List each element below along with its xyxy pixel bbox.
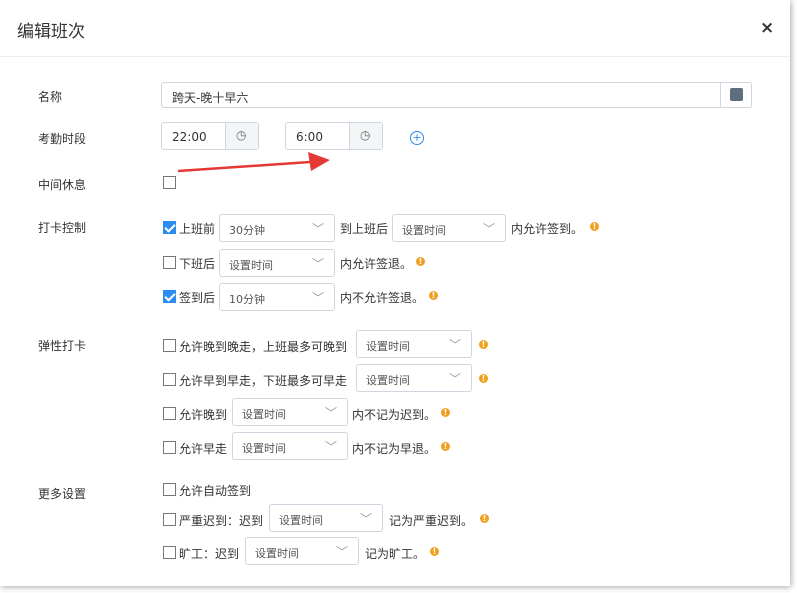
- after-off-label: 下班后: [179, 257, 216, 271]
- early-early-value: 设置时间: [366, 374, 410, 387]
- absent-checkbox[interactable]: [163, 546, 176, 559]
- allow-late-value: 设置时间: [242, 408, 286, 421]
- after-off-checkbox[interactable]: [163, 256, 176, 269]
- to-after-on-label: 到上班后: [340, 222, 389, 236]
- early-early-checkbox[interactable]: [163, 373, 176, 386]
- late-early-label: 允许晚到晚走，上班最多可晚到: [179, 340, 348, 354]
- absent-value: 设置时间: [255, 547, 299, 560]
- chevron-down-icon: ﹀: [311, 257, 324, 271]
- warning-icon[interactable]: !: [479, 340, 488, 349]
- before-on-value: 30分钟: [229, 224, 265, 237]
- allow-late-label: 允许晚到: [179, 408, 228, 422]
- after-sign-checkbox[interactable]: [163, 290, 176, 303]
- before-on-label: 上班前: [179, 222, 216, 236]
- chevron-down-icon: ﹀: [324, 440, 337, 454]
- allow-early-label: 允许早走: [179, 442, 228, 456]
- allow-early-select[interactable]: 设置时间 ﹀: [232, 432, 348, 460]
- chevron-down-icon: ﹀: [448, 338, 461, 352]
- absent-label: 旷工：迟到: [179, 547, 240, 561]
- rest-checkbox[interactable]: [163, 176, 176, 189]
- more-label: 更多设置: [38, 487, 87, 501]
- severe-late-value: 设置时间: [279, 514, 323, 527]
- warning-icon[interactable]: !: [590, 222, 599, 231]
- chevron-down-icon: ﹀: [482, 222, 495, 236]
- rest-label: 中间休息: [38, 178, 87, 192]
- warning-icon[interactable]: !: [479, 374, 488, 383]
- warning-icon[interactable]: !: [429, 291, 438, 300]
- allow-signout-text: 内允许签退。: [340, 257, 413, 271]
- absent-suffix: 记为旷工。: [365, 547, 426, 561]
- edit-shift-dialog: 编辑班次 × 名称 跨天-晚十早六 考勤时段 22:00 ◷ 6:00 ◷ + …: [0, 0, 790, 586]
- severe-late-suffix: 记为严重迟到。: [389, 514, 474, 528]
- before-on-checkbox[interactable]: [163, 221, 176, 234]
- chevron-down-icon: ﹀: [311, 222, 324, 236]
- flex-label: 弹性打卡: [38, 339, 87, 353]
- severe-late-label: 严重迟到：迟到: [179, 514, 264, 528]
- after-off-select[interactable]: 设置时间 ﹀: [219, 249, 335, 277]
- warning-icon[interactable]: !: [416, 257, 425, 266]
- after-off-value: 设置时间: [229, 259, 273, 272]
- early-early-label: 允许早到早走，下班最多可早走: [179, 374, 348, 388]
- late-early-value: 设置时间: [366, 340, 410, 353]
- auto-sign-checkbox[interactable]: [163, 483, 176, 496]
- allow-early-suffix: 内不记为早退。: [352, 442, 437, 456]
- warning-icon[interactable]: !: [441, 442, 450, 451]
- after-sign-label: 签到后: [179, 291, 216, 305]
- after-sign-value: 10分钟: [229, 293, 265, 306]
- severe-late-select[interactable]: 设置时间 ﹀: [269, 504, 383, 532]
- after-sign-select[interactable]: 10分钟 ﹀: [219, 283, 335, 311]
- chevron-down-icon: ﹀: [359, 512, 372, 526]
- chevron-down-icon: ﹀: [324, 406, 337, 420]
- warning-icon[interactable]: !: [441, 408, 450, 417]
- punch-label: 打卡控制: [38, 221, 87, 235]
- early-early-select[interactable]: 设置时间 ﹀: [356, 364, 472, 392]
- allow-late-suffix: 内不记为迟到。: [352, 408, 437, 422]
- after-on-select[interactable]: 设置时间 ﹀: [392, 214, 506, 242]
- chevron-down-icon: ﹀: [448, 372, 461, 386]
- auto-sign-label: 允许自动签到: [179, 484, 252, 498]
- warning-icon[interactable]: !: [430, 547, 439, 556]
- allow-early-value: 设置时间: [242, 442, 286, 455]
- allow-early-checkbox[interactable]: [163, 441, 176, 454]
- no-signout-text: 内不允许签退。: [340, 291, 425, 305]
- allow-late-checkbox[interactable]: [163, 407, 176, 420]
- warning-icon[interactable]: !: [480, 514, 489, 523]
- chevron-down-icon: ﹀: [311, 291, 324, 305]
- late-early-checkbox[interactable]: [163, 339, 176, 352]
- absent-select[interactable]: 设置时间 ﹀: [245, 537, 359, 565]
- allow-signin-text: 内允许签到。: [511, 222, 584, 236]
- late-early-select[interactable]: 设置时间 ﹀: [356, 330, 472, 358]
- severe-late-checkbox[interactable]: [163, 513, 176, 526]
- chevron-down-icon: ﹀: [335, 545, 348, 559]
- allow-late-select[interactable]: 设置时间 ﹀: [232, 398, 348, 426]
- after-on-value: 设置时间: [402, 224, 446, 237]
- before-on-select[interactable]: 30分钟 ﹀: [219, 214, 335, 242]
